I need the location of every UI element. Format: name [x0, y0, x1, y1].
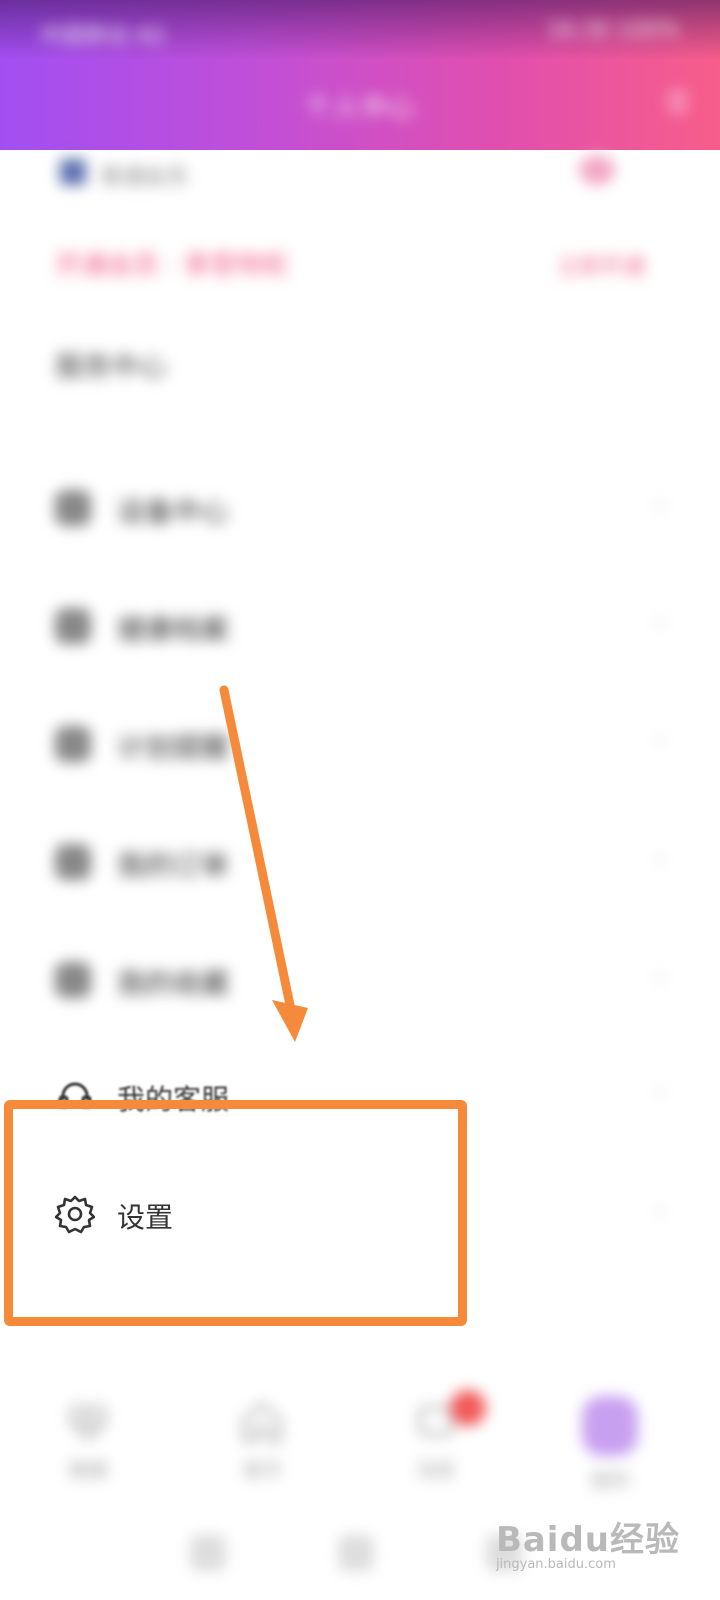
heart-icon[interactable] — [579, 155, 615, 185]
section-title: 服务中心 — [55, 350, 168, 383]
tab-message[interactable]: 消息 — [366, 1390, 506, 1500]
membership-promo[interactable]: 开通会员 · 享受特权 立即开通 — [55, 245, 655, 285]
chevron-right-icon: › — [655, 726, 665, 754]
menu-item-orders[interactable]: 我的订单 › — [55, 832, 665, 892]
chevron-right-icon: › — [655, 490, 665, 518]
chevron-right-icon: › — [655, 1078, 665, 1106]
tab-label: 消息 — [416, 1458, 456, 1482]
menu-item-profile[interactable]: 健康档案 › — [55, 596, 665, 656]
watermark: Baidu经验 jingyan.baidu.com — [496, 1512, 680, 1572]
profile-icon — [582, 1396, 638, 1456]
device-icon — [55, 488, 95, 528]
back-icon[interactable] — [190, 1535, 226, 1571]
status-bar-carrier: 中国移动 4G — [40, 24, 167, 49]
menu-item-label: 我的收藏 — [117, 967, 230, 1000]
tab-me[interactable]: 我的 — [540, 1390, 680, 1500]
watermark-logo: Baidu经验 — [495, 1520, 680, 1560]
header-action-icon[interactable]: ☰ — [665, 86, 690, 119]
menu-item-label: 健康档案 — [117, 613, 230, 646]
bottom-tab-bar: 健康 首页 消息 我的 — [0, 1390, 720, 1510]
menu-item-favorites[interactable]: 我的收藏 › — [55, 950, 665, 1010]
chevron-right-icon: › — [655, 962, 665, 990]
home-icon — [238, 1398, 286, 1446]
order-icon — [55, 842, 95, 882]
promo-more-link[interactable]: 立即开通 — [557, 249, 645, 281]
promo-text: 开通会员 · 享受特权 — [55, 251, 288, 281]
annotation-arrow — [219, 685, 308, 1042]
menu-item-label: 设备中心 — [117, 495, 230, 528]
menu-item-device[interactable]: 设备中心 › — [55, 478, 665, 538]
avatar — [60, 159, 86, 185]
tab-health[interactable]: 健康 — [18, 1390, 158, 1500]
menu-item-label: 计划提醒 — [117, 731, 230, 764]
profile-icon — [55, 606, 95, 646]
chevron-right-icon: › — [655, 1196, 665, 1224]
page-title: 个人中心 — [303, 91, 416, 124]
highlight-box — [4, 1100, 467, 1326]
account-level: 普通会员 — [100, 165, 189, 190]
heart-pulse-icon — [64, 1398, 112, 1446]
account-row[interactable]: 普通会员 — [60, 155, 660, 195]
home-button-icon[interactable] — [338, 1535, 374, 1571]
chevron-right-icon: › — [655, 608, 665, 636]
menu-item-label: 我的订单 — [117, 849, 230, 882]
menu-item-plan[interactable]: 计划提醒 › — [55, 714, 665, 774]
tab-home[interactable]: 首页 — [192, 1390, 332, 1500]
app-header: 中国移动 4G 16:30 100% 个人中心 ☰ — [0, 0, 720, 150]
star-icon — [55, 960, 95, 1000]
tab-label: 我的 — [590, 1468, 630, 1492]
tab-label: 首页 — [242, 1458, 282, 1482]
notification-badge — [450, 1390, 486, 1426]
calendar-icon — [55, 724, 95, 764]
status-bar-time: 16:30 100% — [546, 18, 680, 43]
chevron-right-icon: › — [655, 844, 665, 872]
tab-label: 健康 — [68, 1458, 108, 1482]
